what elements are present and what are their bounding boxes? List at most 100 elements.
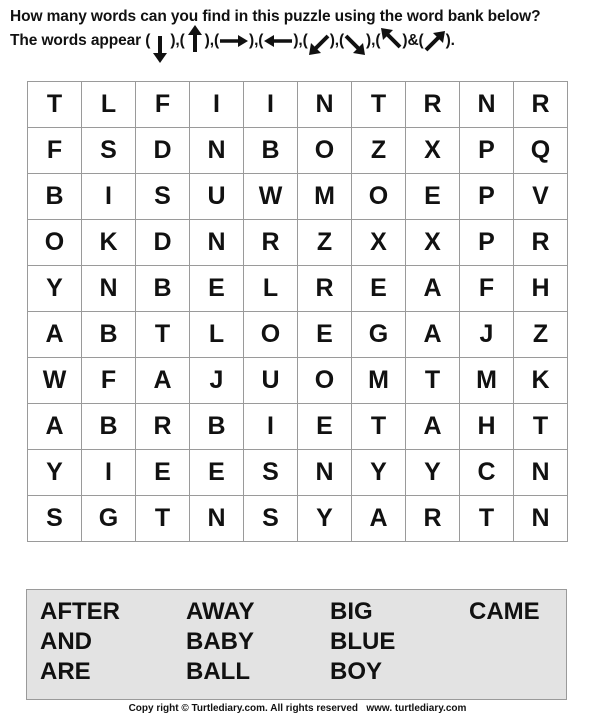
grid-cell[interactable]: N <box>81 265 136 312</box>
grid-cell[interactable]: U <box>189 173 244 220</box>
grid-cell[interactable]: B <box>243 127 298 174</box>
grid-cell[interactable]: P <box>459 219 514 266</box>
grid-cell[interactable]: T <box>27 81 82 128</box>
grid-cell[interactable]: J <box>459 311 514 358</box>
grid-cell[interactable]: N <box>513 495 568 542</box>
grid-cell[interactable]: V <box>513 173 568 220</box>
grid-cell[interactable]: T <box>405 357 460 404</box>
grid-cell[interactable]: M <box>297 173 352 220</box>
grid-cell[interactable]: R <box>243 219 298 266</box>
grid-cell[interactable]: W <box>243 173 298 220</box>
grid-cell[interactable]: A <box>405 311 460 358</box>
grid-cell[interactable]: I <box>243 403 298 450</box>
grid-cell[interactable]: M <box>459 357 514 404</box>
grid-cell[interactable]: N <box>513 449 568 496</box>
grid-cell[interactable]: F <box>81 357 136 404</box>
grid-cell[interactable]: O <box>243 311 298 358</box>
grid-cell[interactable]: Z <box>297 219 352 266</box>
grid-cell[interactable]: A <box>135 357 190 404</box>
grid-cell[interactable]: L <box>81 81 136 128</box>
grid-cell[interactable]: J <box>189 357 244 404</box>
grid-cell[interactable]: Q <box>513 127 568 174</box>
grid-cell[interactable]: F <box>459 265 514 312</box>
grid-cell[interactable]: A <box>405 403 460 450</box>
grid-cell[interactable]: Y <box>405 449 460 496</box>
grid-cell[interactable]: A <box>405 265 460 312</box>
grid-cell[interactable]: S <box>243 449 298 496</box>
grid-cell[interactable]: I <box>81 173 136 220</box>
grid-cell[interactable]: S <box>135 173 190 220</box>
grid-cell[interactable]: N <box>189 219 244 266</box>
grid-cell[interactable]: P <box>459 173 514 220</box>
grid-cell[interactable]: Y <box>351 449 406 496</box>
grid-cell[interactable]: R <box>297 265 352 312</box>
grid-cell[interactable]: M <box>351 357 406 404</box>
grid-cell[interactable]: C <box>459 449 514 496</box>
grid-cell[interactable]: N <box>297 81 352 128</box>
grid-cell[interactable]: B <box>27 173 82 220</box>
grid-cell[interactable]: E <box>189 265 244 312</box>
grid-cell[interactable]: Y <box>27 265 82 312</box>
grid-cell[interactable]: D <box>135 127 190 174</box>
grid-cell[interactable]: O <box>297 357 352 404</box>
grid-cell[interactable]: T <box>135 311 190 358</box>
grid-cell[interactable]: K <box>81 219 136 266</box>
grid-cell[interactable]: A <box>27 403 82 450</box>
grid-cell[interactable]: S <box>243 495 298 542</box>
grid-cell[interactable]: G <box>81 495 136 542</box>
grid-cell[interactable]: I <box>189 81 244 128</box>
grid-cell[interactable]: N <box>459 81 514 128</box>
grid-cell[interactable]: T <box>351 403 406 450</box>
grid-cell[interactable]: F <box>135 81 190 128</box>
grid-cell[interactable]: E <box>135 449 190 496</box>
grid-cell[interactable]: S <box>27 495 82 542</box>
grid-cell[interactable]: O <box>351 173 406 220</box>
grid-cell[interactable]: R <box>513 81 568 128</box>
grid-cell[interactable]: A <box>351 495 406 542</box>
grid-cell[interactable]: B <box>81 311 136 358</box>
grid-cell[interactable]: R <box>405 81 460 128</box>
grid-cell[interactable]: E <box>189 449 244 496</box>
grid-cell[interactable]: O <box>297 127 352 174</box>
grid-cell[interactable]: E <box>405 173 460 220</box>
grid-cell[interactable]: P <box>459 127 514 174</box>
grid-cell[interactable]: I <box>81 449 136 496</box>
grid-cell[interactable]: H <box>459 403 514 450</box>
grid-cell[interactable]: N <box>189 127 244 174</box>
grid-cell[interactable]: E <box>297 403 352 450</box>
grid-cell[interactable]: H <box>513 265 568 312</box>
grid-cell[interactable]: R <box>135 403 190 450</box>
grid-cell[interactable]: T <box>459 495 514 542</box>
grid-cell[interactable]: X <box>405 219 460 266</box>
grid-cell[interactable]: I <box>243 81 298 128</box>
grid-cell[interactable]: G <box>351 311 406 358</box>
grid-cell[interactable]: Y <box>297 495 352 542</box>
grid-cell[interactable]: S <box>81 127 136 174</box>
grid-cell[interactable]: L <box>243 265 298 312</box>
grid-cell[interactable]: E <box>351 265 406 312</box>
grid-cell[interactable]: X <box>351 219 406 266</box>
grid-cell[interactable]: D <box>135 219 190 266</box>
grid-cell[interactable]: W <box>27 357 82 404</box>
grid-cell[interactable]: L <box>189 311 244 358</box>
grid-cell[interactable]: N <box>297 449 352 496</box>
grid-cell[interactable]: R <box>513 219 568 266</box>
site-link[interactable]: www. turtlediary.com <box>366 703 466 714</box>
grid-cell[interactable]: F <box>27 127 82 174</box>
grid-cell[interactable]: T <box>513 403 568 450</box>
grid-cell[interactable]: A <box>27 311 82 358</box>
grid-cell[interactable]: Z <box>351 127 406 174</box>
grid-cell[interactable]: Z <box>513 311 568 358</box>
grid-cell[interactable]: B <box>189 403 244 450</box>
grid-cell[interactable]: T <box>135 495 190 542</box>
grid-cell[interactable]: R <box>405 495 460 542</box>
grid-cell[interactable]: Y <box>27 449 82 496</box>
grid-cell[interactable]: E <box>297 311 352 358</box>
grid-cell[interactable]: B <box>81 403 136 450</box>
grid-cell[interactable]: K <box>513 357 568 404</box>
grid-cell[interactable]: N <box>189 495 244 542</box>
grid-cell[interactable]: U <box>243 357 298 404</box>
grid-cell[interactable]: B <box>135 265 190 312</box>
grid-cell[interactable]: O <box>27 219 82 266</box>
grid-cell[interactable]: T <box>351 81 406 128</box>
